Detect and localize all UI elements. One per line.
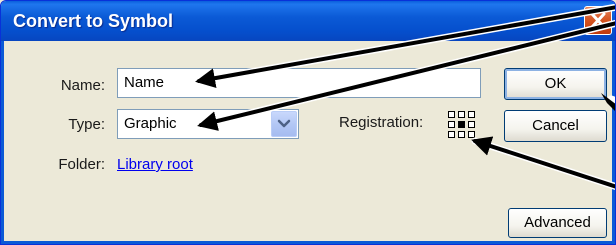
registration-label: Registration: [339, 114, 424, 131]
registration-point[interactable] [468, 131, 475, 138]
registration-point[interactable] [448, 111, 455, 118]
registration-point[interactable] [458, 111, 465, 118]
title-bar[interactable]: Convert to Symbol [1, 1, 615, 41]
registration-point-selected[interactable] [458, 121, 465, 128]
registration-point[interactable] [468, 111, 475, 118]
dialog-title: Convert to Symbol [13, 11, 174, 31]
advanced-button[interactable]: Advanced [508, 208, 607, 238]
type-label: Type: [68, 116, 105, 133]
registration-point[interactable] [468, 121, 475, 128]
registration-point-grid[interactable] [448, 111, 476, 139]
name-input[interactable]: Name [117, 68, 481, 98]
folder-label: Folder: [58, 156, 105, 173]
dropdown-arrow-button[interactable] [271, 111, 297, 137]
chevron-down-icon [277, 119, 291, 128]
type-dropdown-value: Graphic [124, 115, 177, 132]
close-icon [590, 12, 606, 29]
convert-to-symbol-dialog: Convert to Symbol Name: Name Type: Graph… [0, 0, 616, 245]
type-dropdown[interactable]: Graphic [117, 109, 299, 139]
registration-point[interactable] [448, 121, 455, 128]
ok-button[interactable]: OK [504, 68, 607, 100]
name-label: Name: [60, 77, 105, 94]
library-root-link[interactable]: Library root [117, 156, 193, 173]
cancel-button[interactable]: Cancel [504, 110, 607, 142]
registration-point[interactable] [458, 131, 465, 138]
close-button[interactable] [584, 6, 612, 35]
name-input-value: Name [124, 74, 165, 91]
registration-point[interactable] [448, 131, 455, 138]
